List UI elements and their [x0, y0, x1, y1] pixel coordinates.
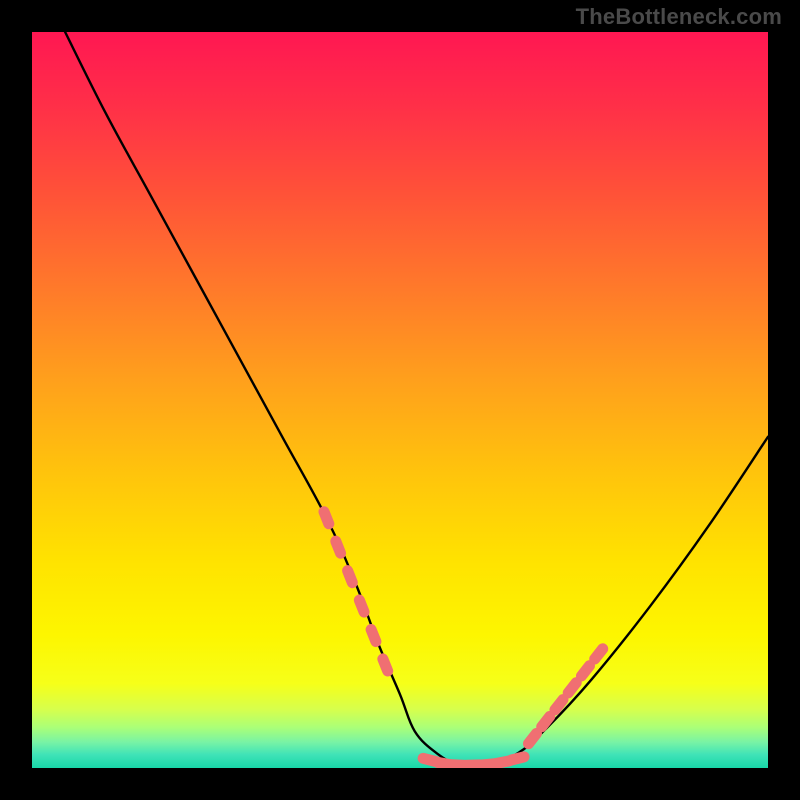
chart-frame: TheBottleneck.com — [0, 0, 800, 800]
gradient-background — [32, 32, 768, 768]
bottleneck-chart — [0, 0, 800, 800]
